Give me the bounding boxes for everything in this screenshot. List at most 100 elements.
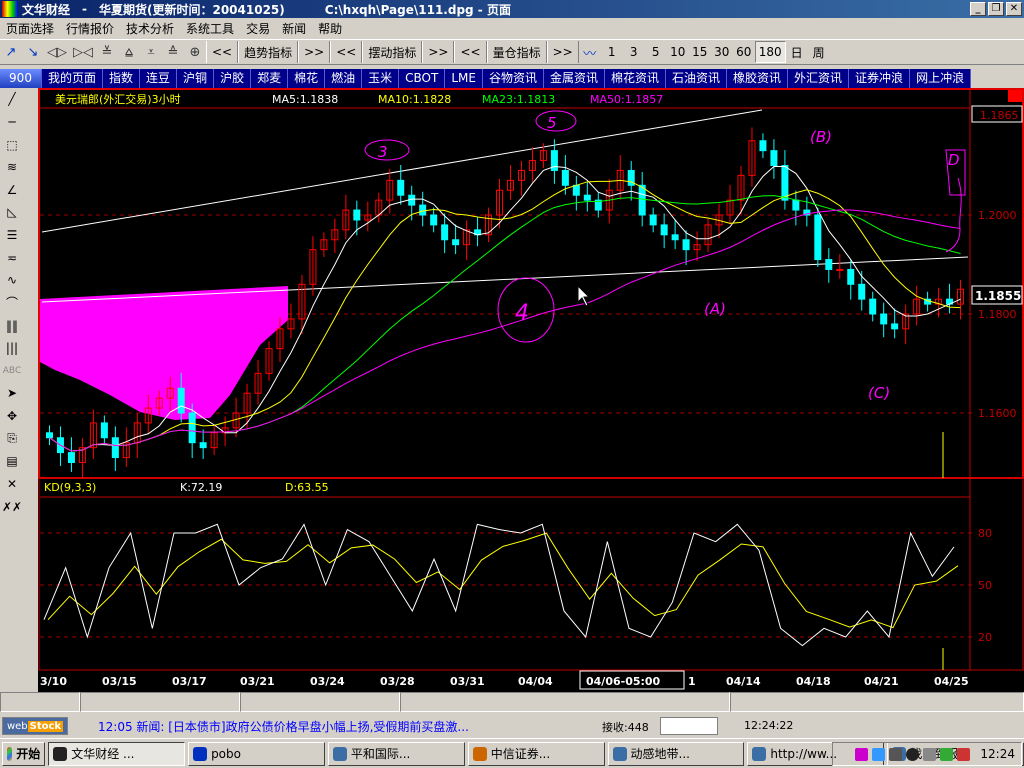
tab-15[interactable]: 石油资讯 xyxy=(666,69,728,88)
menu-system-tools[interactable]: 系统工具 xyxy=(180,20,240,37)
vlines4-icon[interactable]: ‖‖ xyxy=(1,314,23,337)
rect-icon[interactable]: ⬚ xyxy=(1,133,23,156)
top-price-label: 1.1865 xyxy=(980,109,1019,122)
period-180[interactable]: 180 xyxy=(754,41,786,63)
tab-6[interactable]: 郑麦 xyxy=(251,69,289,88)
hline-icon[interactable]: ─ xyxy=(1,111,23,134)
menu-tech-analysis[interactable]: 技术分析 xyxy=(120,20,180,37)
trend-down-icon[interactable]: ↘ xyxy=(22,41,44,63)
tab-8[interactable]: 燃油 xyxy=(325,69,363,88)
menu-quotes[interactable]: 行情报价 xyxy=(60,20,120,37)
menu-help[interactable]: 帮助 xyxy=(312,20,348,37)
period-3[interactable]: 3 xyxy=(623,41,645,63)
expand-icon[interactable]: ◁▷ xyxy=(44,41,70,63)
trend-next-button[interactable]: >> xyxy=(298,41,331,63)
osc-prev-button[interactable]: << xyxy=(330,41,363,63)
task-pobo[interactable]: pobo xyxy=(188,741,325,766)
menu-trade[interactable]: 交易 xyxy=(240,20,276,37)
pointer-back-icon[interactable]: ➤ xyxy=(1,382,23,405)
arc-icon[interactable]: ⌒ xyxy=(1,292,23,315)
wave-icon[interactable]: ∿ xyxy=(1,269,23,292)
candle-body xyxy=(671,234,679,241)
tab-17[interactable]: 外汇资讯 xyxy=(788,69,850,88)
tab-3[interactable]: 连豆 xyxy=(140,69,178,88)
last-price-label: 1.1855 xyxy=(975,289,1021,303)
copy-icon[interactable]: ⎘ xyxy=(1,427,23,450)
tab-11[interactable]: LME xyxy=(445,69,483,88)
trend-up-icon[interactable]: ↗ xyxy=(0,41,22,63)
annotation-label: 3 xyxy=(378,143,388,161)
period-day[interactable]: 日 xyxy=(786,41,808,63)
tab-2[interactable]: 指数 xyxy=(103,69,141,88)
line-icon[interactable]: ╱ xyxy=(1,88,23,111)
trend-prev-button[interactable]: << xyxy=(206,41,239,63)
text-tool[interactable]: ABC xyxy=(1,360,23,383)
menu-news[interactable]: 新闻 xyxy=(276,20,312,37)
tab-9[interactable]: 玉米 xyxy=(362,69,400,88)
qq-tray-icon[interactable] xyxy=(906,747,920,761)
period-10[interactable]: 10 xyxy=(667,41,689,63)
osc-next-button[interactable]: >> xyxy=(422,41,455,63)
parallel-icon[interactable]: ≋ xyxy=(1,156,23,179)
start-button[interactable]: 开始 xyxy=(2,741,46,766)
tab-1[interactable]: 我的页面 xyxy=(42,69,104,88)
volume-tray-icon[interactable] xyxy=(889,747,903,761)
period-1[interactable]: 1 xyxy=(601,41,623,63)
chart-area[interactable]: 1.2000 1.1800 1.1600 美元瑞郎(外汇交易)3小时 MA5:1.183… xyxy=(38,88,1024,692)
delete-icon[interactable]: ✕ xyxy=(1,473,23,496)
angle-g-icon[interactable]: ∠ xyxy=(1,179,23,202)
delete-all-icon[interactable]: ✗✗ xyxy=(1,495,23,518)
osc-indicator-button[interactable]: 摆动指标 xyxy=(362,41,423,63)
toolbar: ↗ ↘ ◁▷ ▷◁ ≚ ⩠ ⩡ ≙ ⊕ << 趋势指标 >> << 摆动指标 >… xyxy=(0,39,1024,65)
task-wenhua[interactable]: 文华财经 ... xyxy=(48,741,186,766)
tab-bar: 900 我的页面 指数 连豆 沪铜 沪胶 郑麦 棉花 燃油 玉米 CBOT LME 谷物资讯 金属资讯 棉花… xyxy=(0,69,1010,88)
period-30[interactable]: 30 xyxy=(711,41,733,63)
vlines3-icon[interactable]: ||| xyxy=(1,337,23,360)
tab-10[interactable]: CBOT xyxy=(399,69,446,88)
maximize-button[interactable]: ❐ xyxy=(988,2,1004,16)
period-60[interactable]: 60 xyxy=(733,41,755,63)
move-down-icon[interactable]: ⩡ xyxy=(140,41,162,63)
tab-7[interactable]: 棉花 xyxy=(288,69,326,88)
help-tray-icon[interactable] xyxy=(855,747,869,761)
move-bottom-icon[interactable]: ≙ xyxy=(162,41,184,63)
tab-16[interactable]: 橡胶资讯 xyxy=(727,69,789,88)
network-tray-icon[interactable] xyxy=(872,747,886,761)
zoom-icon[interactable]: ⊕ xyxy=(184,41,206,63)
tab-12[interactable]: 谷物资讯 xyxy=(482,69,544,88)
tab-4[interactable]: 沪铜 xyxy=(177,69,215,88)
move-up-icon[interactable]: ⩠ xyxy=(118,41,140,63)
period-week[interactable]: 周 xyxy=(808,41,830,63)
app-tray-icon[interactable] xyxy=(923,747,937,761)
trend-indicator-button[interactable]: 趋势指标 xyxy=(238,41,299,63)
line-chart-icon[interactable]: 〰 xyxy=(579,41,601,63)
shrink-icon[interactable]: ▷◁ xyxy=(70,41,96,63)
tab-18[interactable]: 证券冲浪 xyxy=(849,69,911,88)
vol-indicator-button[interactable]: 量仓指标 xyxy=(486,41,547,63)
news-ticker[interactable]: 12:05 新闻: [日本债市]政府公债价格早盘小幅上扬,受假期前买盘激... xyxy=(98,718,469,735)
task-ie-2[interactable]: 动感地带... xyxy=(607,741,745,766)
vol-next-button[interactable]: >> xyxy=(546,41,579,63)
tab-14[interactable]: 棉花资讯 xyxy=(604,69,666,88)
hlines-icon[interactable]: ☰ xyxy=(1,224,23,247)
task-ie-1[interactable]: 平和国际... xyxy=(327,741,465,766)
task-citic[interactable]: 中信证券... xyxy=(467,741,605,766)
vol-prev-button[interactable]: << xyxy=(454,41,487,63)
close-button[interactable]: ✕ xyxy=(1006,2,1022,16)
move-top-icon[interactable]: ≚ xyxy=(96,41,118,63)
tab-13[interactable]: 金属资讯 xyxy=(543,69,605,88)
period-15[interactable]: 15 xyxy=(689,41,711,63)
menu-page-select[interactable]: 页面选择 xyxy=(0,20,60,37)
tab-19[interactable]: 网上冲浪 xyxy=(910,69,972,88)
minimize-button[interactable]: _ xyxy=(970,2,986,16)
security-tray-icon[interactable] xyxy=(957,747,971,761)
system-tray: 12:24 xyxy=(832,742,1022,766)
tab-0[interactable]: 900 xyxy=(0,69,42,88)
pointer-move-icon[interactable]: ✥ xyxy=(1,405,23,428)
sync-tray-icon[interactable] xyxy=(940,747,954,761)
tab-5[interactable]: 沪胶 xyxy=(214,69,252,88)
paste-icon[interactable]: ▤ xyxy=(1,450,23,473)
period-5[interactable]: 5 xyxy=(645,41,667,63)
triangle-icon[interactable]: ◺ xyxy=(1,201,23,224)
channel-icon[interactable]: ≂ xyxy=(1,246,23,269)
